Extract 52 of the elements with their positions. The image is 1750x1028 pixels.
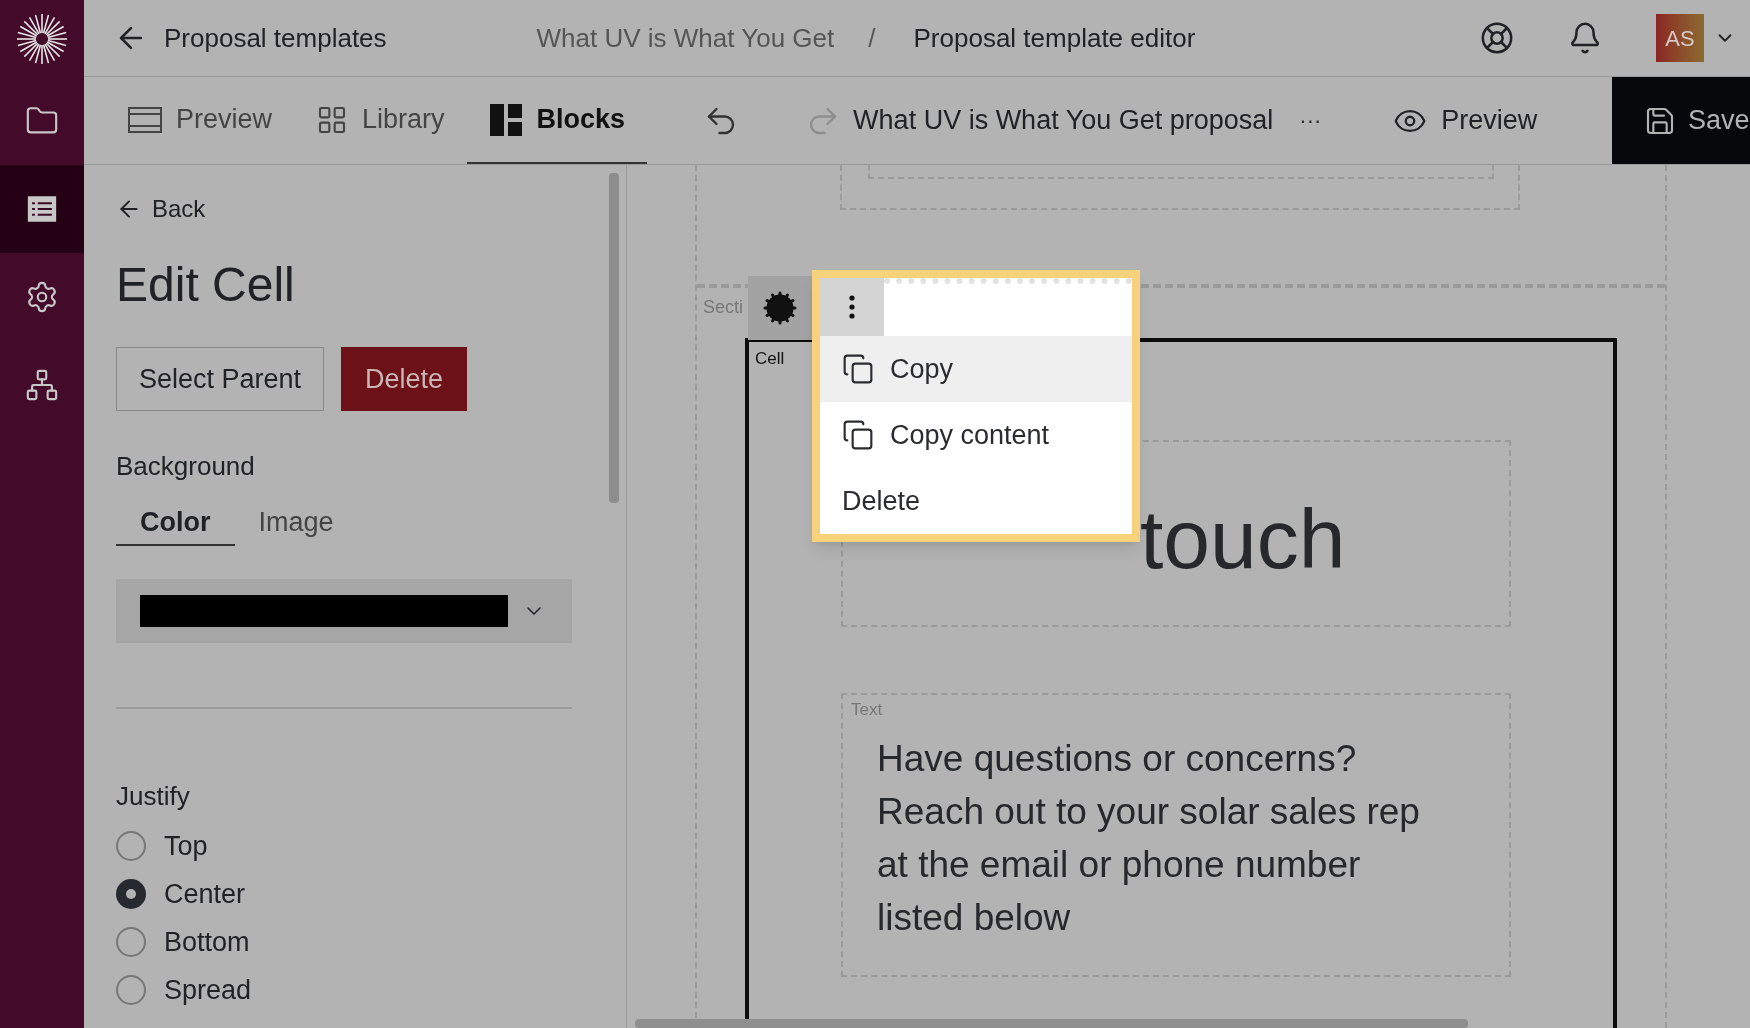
notifications-icon[interactable]: [1568, 21, 1602, 55]
background-label: Background: [116, 450, 256, 483]
radio-option[interactable]: Top: [116, 822, 626, 870]
avatar[interactable]: AS: [1656, 14, 1704, 62]
settings-icon: [25, 280, 59, 314]
radio-button[interactable]: [116, 831, 146, 861]
color-picker[interactable]: [116, 579, 572, 643]
copy-icon: [842, 419, 874, 451]
sidebar-item[interactable]: [0, 165, 84, 253]
document-title: What UV is What You Get proposal: [853, 104, 1274, 138]
delete-button[interactable]: Delete: [341, 347, 468, 411]
breadcrumb-current: Proposal template editor: [913, 21, 1196, 55]
radio-option[interactable]: Spread: [116, 966, 626, 1014]
back-link[interactable]: Back: [116, 191, 206, 227]
radio-button[interactable]: [116, 975, 146, 1005]
back-button[interactable]: Proposal templates: [114, 18, 387, 58]
select-parent-button[interactable]: Select Parent: [116, 347, 325, 411]
scrollbar-thumb[interactable]: [609, 173, 619, 503]
radio-option[interactable]: Center: [116, 870, 626, 918]
toolbar-tab[interactable]: Library: [294, 77, 467, 164]
background-tab[interactable]: Color: [116, 500, 235, 546]
toolbar-tab[interactable]: Preview: [106, 77, 295, 164]
radio-button[interactable]: [116, 879, 146, 909]
copy-icon: [842, 353, 874, 385]
panel-title: Edit Cell: [116, 257, 296, 313]
sitemap-icon: [25, 368, 59, 402]
logo-icon: [15, 11, 69, 66]
blocks-icon: [488, 102, 523, 137]
text-block-label: Text: [851, 698, 884, 721]
menu-item[interactable]: Copy: [820, 336, 1132, 402]
breadcrumb-link[interactable]: What UV is What You Get: [536, 18, 835, 58]
help-icon[interactable]: [1480, 21, 1514, 55]
horizontal-scrollbar[interactable]: [635, 1019, 1468, 1028]
cell-label: Cell: [755, 348, 785, 370]
menu-item[interactable]: Copy content: [820, 402, 1132, 468]
section-label: Secti: [703, 296, 744, 319]
save-button[interactable]: Save: [1612, 77, 1750, 164]
preview-icon: [128, 105, 162, 134]
more-vertical-icon: [849, 295, 855, 319]
radio-button[interactable]: [116, 927, 146, 957]
preview-button[interactable]: Preview: [1393, 77, 1538, 164]
heading: touch: [1140, 491, 1346, 581]
breadcrumb-separator: /: [868, 21, 876, 55]
radio-option[interactable]: Bottom: [116, 918, 626, 966]
body-text: Have questions or concerns? Reach out to your solar sales rep at the email or phone number listed below: [877, 737, 1421, 940]
toolbar-tab[interactable]: Blocks: [466, 77, 648, 164]
settings-icon: [762, 290, 798, 326]
menu-item[interactable]: Delete: [820, 468, 1132, 534]
settings-tab[interactable]: [748, 276, 812, 340]
more-button[interactable]: ···: [1299, 104, 1322, 137]
background-tab[interactable]: Image: [234, 500, 358, 546]
justify-label: Justify: [116, 780, 191, 813]
